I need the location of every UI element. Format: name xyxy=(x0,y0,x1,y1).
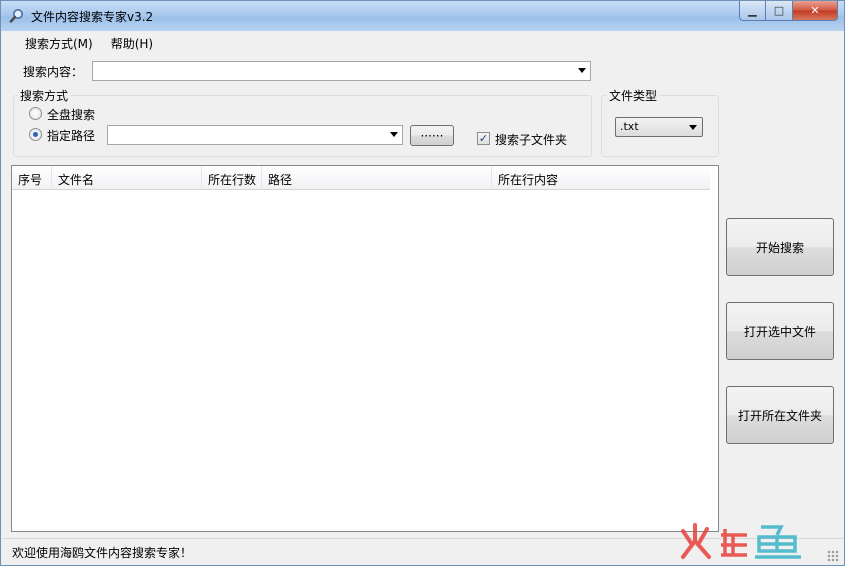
close-icon: ✕ xyxy=(810,4,820,17)
minimize-button[interactable]: ▁ xyxy=(739,1,766,21)
start-search-button-label: 开始搜索 xyxy=(755,240,804,255)
app-window: 文件内容搜索专家v3.2 ▁ □ ✕ 搜索方式(M) 帮助(H) 搜索内容： 搜… xyxy=(0,0,845,566)
column-header-line-content[interactable]: 所在行内容 xyxy=(492,166,710,190)
column-header-index[interactable]: 序号 xyxy=(12,166,52,190)
open-folder-button-label: 打开所在文件夹 xyxy=(737,408,822,423)
checkmark-icon: ✓ xyxy=(478,132,489,145)
title-bar[interactable]: 文件内容搜索专家v3.2 ▁ □ ✕ xyxy=(1,1,844,31)
chevron-down-icon[interactable] xyxy=(390,132,398,137)
path-combo[interactable] xyxy=(107,125,403,145)
specific-path-label[interactable]: 指定路径 xyxy=(47,127,95,144)
minimize-icon: ▁ xyxy=(748,4,757,17)
menu-help[interactable]: 帮助(H) xyxy=(102,33,162,54)
file-type-value: .txt xyxy=(620,120,639,133)
menu-search-mode[interactable]: 搜索方式(M) xyxy=(16,33,102,54)
status-text: 欢迎使用海鸥文件内容搜索专家！ xyxy=(12,546,193,560)
browse-button-label: ······ xyxy=(420,128,444,143)
results-list[interactable]: 序号 文件名 所在行数 路径 所在行内容 xyxy=(11,165,719,532)
caption-buttons: ▁ □ ✕ xyxy=(739,1,838,21)
column-header-path[interactable]: 路径 xyxy=(262,166,492,190)
start-search-button[interactable]: 开始搜索 xyxy=(726,218,834,276)
chevron-down-icon[interactable] xyxy=(689,125,697,130)
resize-grip-icon[interactable] xyxy=(827,550,839,562)
search-mode-group-title: 搜索方式 xyxy=(18,87,71,104)
browse-button[interactable]: ······ xyxy=(410,125,454,146)
file-type-select[interactable]: .txt xyxy=(615,117,703,137)
search-content-label: 搜索内容： xyxy=(23,65,84,79)
close-button[interactable]: ✕ xyxy=(793,1,838,21)
window-title: 文件内容搜索专家v3.2 xyxy=(31,10,154,24)
file-type-group-title: 文件类型 xyxy=(607,87,660,104)
search-content-combo[interactable] xyxy=(92,61,591,81)
maximize-icon: □ xyxy=(773,4,785,17)
results-list-header: 序号 文件名 所在行数 路径 所在行内容 xyxy=(12,166,710,190)
full-disk-radio[interactable] xyxy=(29,107,42,120)
brand-watermark-logo xyxy=(681,523,801,559)
subfolder-checkbox[interactable]: ✓ xyxy=(477,132,490,145)
open-selected-file-button[interactable]: 打开选中文件 xyxy=(726,302,834,360)
menu-bar: 搜索方式(M) 帮助(H) xyxy=(2,32,843,54)
column-header-filename[interactable]: 文件名 xyxy=(52,166,202,190)
full-disk-label[interactable]: 全盘搜索 xyxy=(47,106,95,123)
specific-path-radio[interactable] xyxy=(29,128,42,141)
magnifier-icon xyxy=(9,9,23,23)
open-folder-button[interactable]: 打开所在文件夹 xyxy=(726,386,834,444)
subfolder-label[interactable]: 搜索子文件夹 xyxy=(495,131,567,148)
column-header-line-number[interactable]: 所在行数 xyxy=(202,166,262,190)
chevron-down-icon[interactable] xyxy=(578,68,586,73)
open-selected-file-button-label: 打开选中文件 xyxy=(743,324,816,339)
maximize-button[interactable]: □ xyxy=(766,1,793,21)
